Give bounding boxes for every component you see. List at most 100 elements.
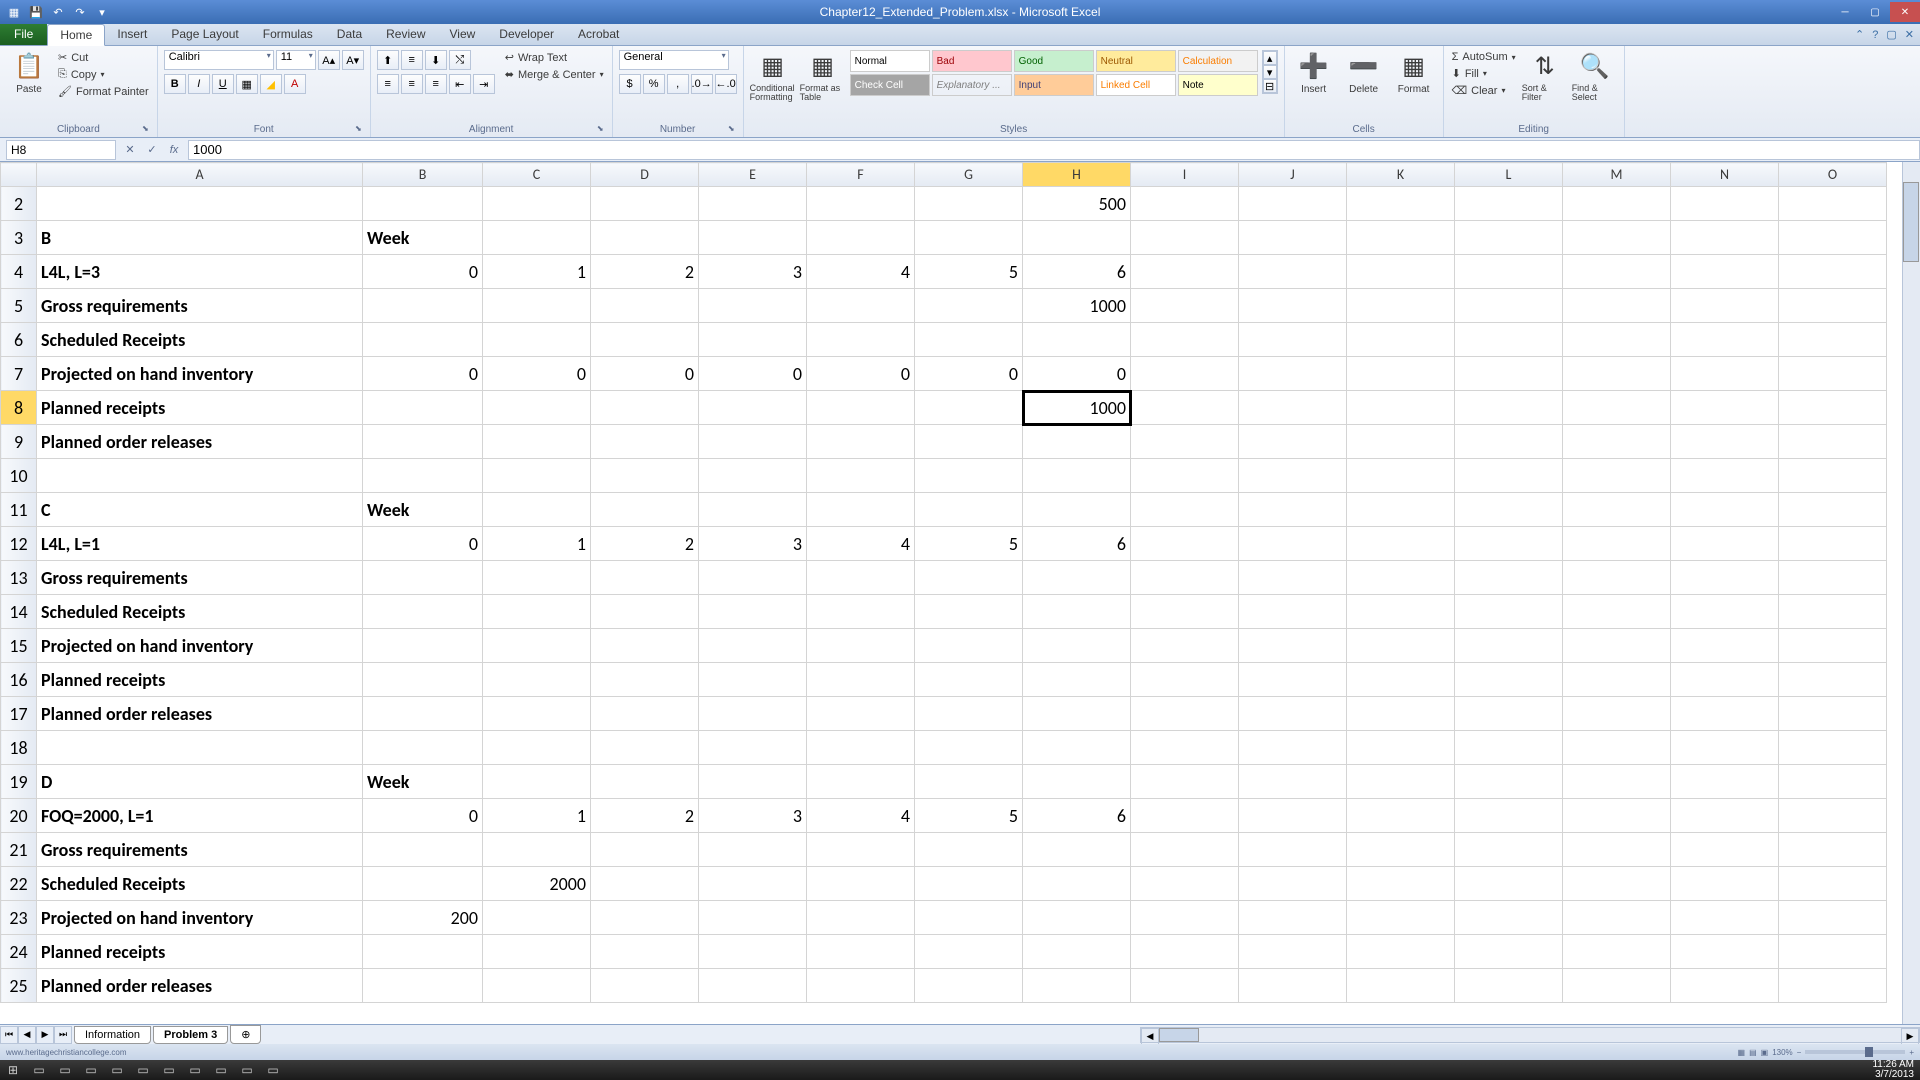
cell-C24[interactable] bbox=[483, 935, 591, 969]
cell-D25[interactable] bbox=[591, 969, 699, 1003]
taskbar-app-8[interactable]: ▭ bbox=[208, 1061, 234, 1079]
cell-N13[interactable] bbox=[1671, 561, 1779, 595]
cell-E24[interactable] bbox=[699, 935, 807, 969]
cell-D9[interactable] bbox=[591, 425, 699, 459]
taskbar-app-1[interactable]: ▭ bbox=[26, 1061, 52, 1079]
cell-L4[interactable] bbox=[1455, 255, 1563, 289]
cell-E11[interactable] bbox=[699, 493, 807, 527]
maximize-button[interactable]: ▢ bbox=[1860, 2, 1890, 22]
cell-N3[interactable] bbox=[1671, 221, 1779, 255]
delete-cells-button[interactable]: ➖Delete bbox=[1341, 50, 1387, 95]
cell-F5[interactable] bbox=[807, 289, 915, 323]
cell-C9[interactable] bbox=[483, 425, 591, 459]
cell-K24[interactable] bbox=[1347, 935, 1455, 969]
cell-M8[interactable] bbox=[1563, 391, 1671, 425]
tab-home[interactable]: Home bbox=[47, 24, 105, 46]
cell-E22[interactable] bbox=[699, 867, 807, 901]
cell-B11[interactable]: Week bbox=[363, 493, 483, 527]
cell-H3[interactable] bbox=[1023, 221, 1131, 255]
cell-F19[interactable] bbox=[807, 765, 915, 799]
row-header-12[interactable]: 12 bbox=[1, 527, 37, 561]
cell-N2[interactable] bbox=[1671, 187, 1779, 221]
cell-C4[interactable]: 1 bbox=[483, 255, 591, 289]
row-header-3[interactable]: 3 bbox=[1, 221, 37, 255]
autosum-button[interactable]: ΣAutoSum▾ bbox=[1450, 50, 1518, 64]
cell-N18[interactable] bbox=[1671, 731, 1779, 765]
cell-H25[interactable] bbox=[1023, 969, 1131, 1003]
cell-A8[interactable]: Planned receipts bbox=[37, 391, 363, 425]
cell-M2[interactable] bbox=[1563, 187, 1671, 221]
cell-H2[interactable]: 500 bbox=[1023, 187, 1131, 221]
cell-E5[interactable] bbox=[699, 289, 807, 323]
cell-G18[interactable] bbox=[915, 731, 1023, 765]
cell-J2[interactable] bbox=[1239, 187, 1347, 221]
cell-L17[interactable] bbox=[1455, 697, 1563, 731]
row-header-21[interactable]: 21 bbox=[1, 833, 37, 867]
cell-I18[interactable] bbox=[1131, 731, 1239, 765]
row-header-18[interactable]: 18 bbox=[1, 731, 37, 765]
cell-N23[interactable] bbox=[1671, 901, 1779, 935]
cell-K19[interactable] bbox=[1347, 765, 1455, 799]
cell-H14[interactable] bbox=[1023, 595, 1131, 629]
cell-A15[interactable]: Projected on hand inventory bbox=[37, 629, 363, 663]
cell-A11[interactable]: C bbox=[37, 493, 363, 527]
cell-N19[interactable] bbox=[1671, 765, 1779, 799]
cell-C16[interactable] bbox=[483, 663, 591, 697]
cut-button[interactable]: ✂Cut bbox=[56, 50, 151, 65]
cell-J19[interactable] bbox=[1239, 765, 1347, 799]
cell-L14[interactable] bbox=[1455, 595, 1563, 629]
cell-L7[interactable] bbox=[1455, 357, 1563, 391]
cell-M11[interactable] bbox=[1563, 493, 1671, 527]
find-select-button[interactable]: 🔍Find & Select bbox=[1572, 50, 1618, 102]
cell-G21[interactable] bbox=[915, 833, 1023, 867]
taskbar-app-7[interactable]: ▭ bbox=[182, 1061, 208, 1079]
cell-C20[interactable]: 1 bbox=[483, 799, 591, 833]
cell-I23[interactable] bbox=[1131, 901, 1239, 935]
style-note[interactable]: Note bbox=[1178, 74, 1258, 96]
cell-B17[interactable] bbox=[363, 697, 483, 731]
cell-B4[interactable]: 0 bbox=[363, 255, 483, 289]
minimize-button[interactable]: ─ bbox=[1830, 2, 1860, 22]
cell-G16[interactable] bbox=[915, 663, 1023, 697]
cell-I20[interactable] bbox=[1131, 799, 1239, 833]
tab-review[interactable]: Review bbox=[374, 24, 437, 45]
cell-H19[interactable] bbox=[1023, 765, 1131, 799]
cell-O9[interactable] bbox=[1779, 425, 1887, 459]
cell-H4[interactable]: 6 bbox=[1023, 255, 1131, 289]
percent-format-button[interactable]: % bbox=[643, 74, 665, 94]
row-header-25[interactable]: 25 bbox=[1, 969, 37, 1003]
cell-E6[interactable] bbox=[699, 323, 807, 357]
cell-F21[interactable] bbox=[807, 833, 915, 867]
cell-F9[interactable] bbox=[807, 425, 915, 459]
font-name-selector[interactable]: Calibri bbox=[164, 50, 274, 70]
cell-G15[interactable] bbox=[915, 629, 1023, 663]
orientation-button[interactable]: ⤭ bbox=[449, 50, 471, 70]
cell-M17[interactable] bbox=[1563, 697, 1671, 731]
cell-K18[interactable] bbox=[1347, 731, 1455, 765]
cell-I25[interactable] bbox=[1131, 969, 1239, 1003]
cell-N4[interactable] bbox=[1671, 255, 1779, 289]
accounting-format-button[interactable]: $ bbox=[619, 74, 641, 94]
cell-D19[interactable] bbox=[591, 765, 699, 799]
cell-E4[interactable]: 3 bbox=[699, 255, 807, 289]
cell-G22[interactable] bbox=[915, 867, 1023, 901]
cell-C8[interactable] bbox=[483, 391, 591, 425]
cell-F14[interactable] bbox=[807, 595, 915, 629]
row-header-7[interactable]: 7 bbox=[1, 357, 37, 391]
cell-E23[interactable] bbox=[699, 901, 807, 935]
cell-M21[interactable] bbox=[1563, 833, 1671, 867]
close-button[interactable]: ✕ bbox=[1890, 2, 1920, 22]
zoom-in-icon[interactable]: + bbox=[1909, 1048, 1914, 1057]
cell-J22[interactable] bbox=[1239, 867, 1347, 901]
cell-E15[interactable] bbox=[699, 629, 807, 663]
cell-O2[interactable] bbox=[1779, 187, 1887, 221]
cell-E17[interactable] bbox=[699, 697, 807, 731]
cell-D2[interactable] bbox=[591, 187, 699, 221]
cell-F3[interactable] bbox=[807, 221, 915, 255]
merge-center-button[interactable]: ⬌Merge & Center▾ bbox=[503, 67, 606, 82]
cell-O16[interactable] bbox=[1779, 663, 1887, 697]
taskbar-app-2[interactable]: ▭ bbox=[52, 1061, 78, 1079]
col-header-B[interactable]: B bbox=[363, 163, 483, 187]
cell-H17[interactable] bbox=[1023, 697, 1131, 731]
cell-I8[interactable] bbox=[1131, 391, 1239, 425]
